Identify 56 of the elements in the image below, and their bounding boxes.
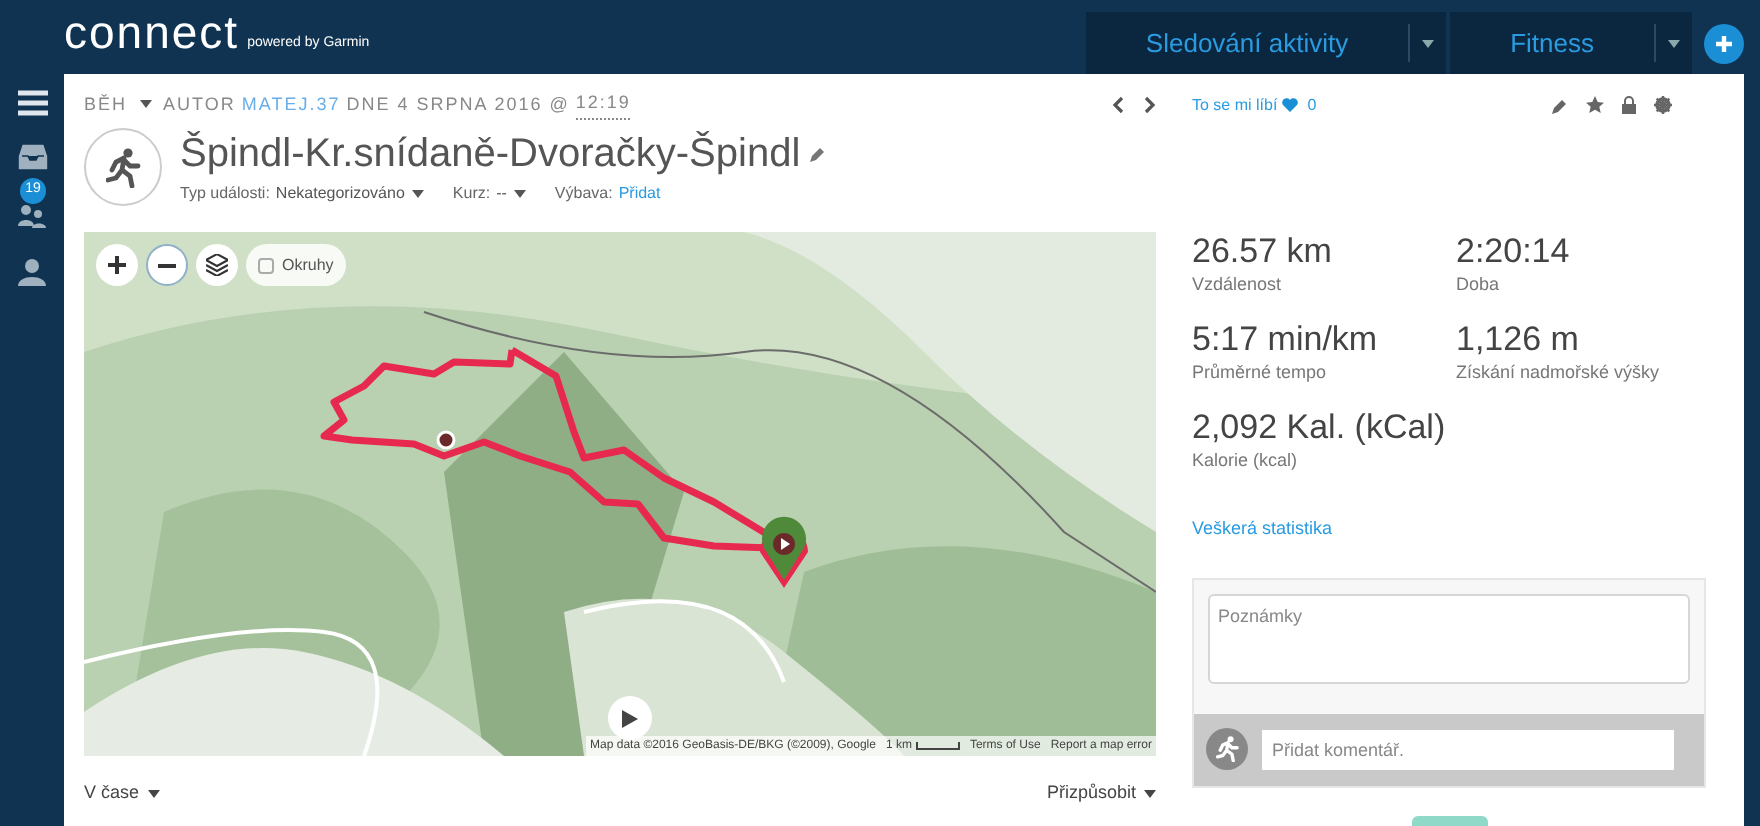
stat-value: 5:17 min/km [1192,320,1380,360]
author-label: AUTOR [163,91,236,118]
scale-bar [915,742,960,750]
lock-icon[interactable] [1622,96,1636,114]
plus-icon [1714,34,1734,54]
layers-icon [206,254,228,276]
meta-label: Kurz: [452,181,491,205]
inbox-icon[interactable] [17,144,47,170]
stat-value: 2,092 Kal. (kCal) [1192,408,1448,448]
menu-icon[interactable] [17,90,47,116]
caret-icon [139,100,152,109]
checkbox-label: Okruhy [282,253,334,277]
star-icon[interactable] [1586,96,1604,114]
runner-icon [105,147,141,187]
plus-icon [108,256,126,274]
caret-icon [1144,789,1156,798]
meta-label: Výbava: [554,181,613,205]
add-button[interactable] [1704,24,1744,64]
next-icon[interactable] [1144,96,1156,114]
settings-icon[interactable] [1654,96,1672,114]
stat-label: Získání nadmořské výšky [1456,360,1662,384]
play-icon [622,709,638,727]
notes-field[interactable]: Poznámky [1208,593,1690,683]
stat-label: Vzdálenost [1192,272,1284,296]
stat-value: 2:20:14 [1456,232,1572,272]
logo[interactable]: connect [64,10,240,56]
activity-date: DNE 4 SRPNA 2016 @ [346,91,570,118]
pencil-icon[interactable] [1552,97,1568,113]
activity-time[interactable]: 12:19 [575,90,631,120]
runner-icon [1215,736,1239,762]
comment-field[interactable]: Přidat komentář. [1262,729,1674,769]
user-icon[interactable] [18,258,46,286]
caret-icon [514,189,527,197]
caret-icon [412,189,425,197]
previous-icon[interactable] [1112,96,1124,114]
caret-icon [147,789,160,798]
dropdown-button[interactable]: V čase [84,780,160,807]
laps-toggle[interactable]: Okruhy [246,244,346,286]
stat-value: 1,126 m [1456,320,1581,360]
checkbox[interactable] [258,257,274,273]
activity-title: Špindl-Kr.snídaně-Dvoračky-Špindl [180,129,801,177]
meta-label: Typ události: [180,181,270,205]
like-count: 0 [1307,93,1317,117]
stat-label: Průměrné tempo [1192,360,1329,384]
meta-dropdown[interactable]: -- [496,181,527,205]
activity-type[interactable]: BĚH [84,91,128,119]
minus-icon [158,263,176,267]
pencil-icon[interactable] [810,145,827,161]
heart-icon [1281,98,1298,112]
caret-icon [1422,39,1435,47]
stat-value: 26.57 km [1192,232,1334,272]
meta-value: -- [496,181,507,205]
caret-icon [1668,39,1680,47]
stat-label: Kalorie (kcal) [1192,448,1300,472]
dropdown-button[interactable]: Přizpůsobit [1046,780,1156,807]
stat-label: Doba [1456,272,1502,296]
